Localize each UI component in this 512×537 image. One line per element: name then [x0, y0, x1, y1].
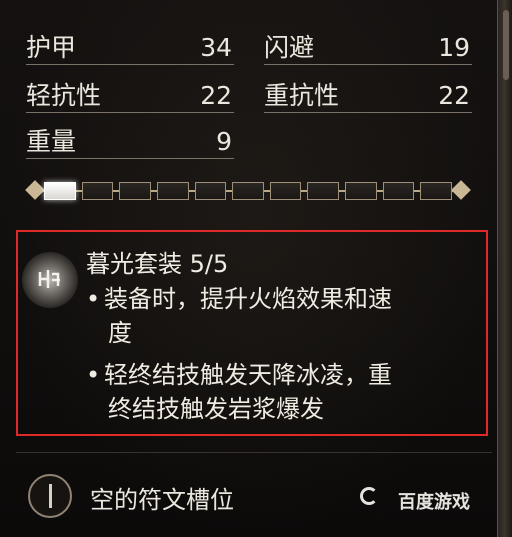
watermark: 百度游戏: [398, 492, 470, 513]
baidu-logo-icon: [360, 487, 378, 505]
upgrade-level-gauge: [25, 178, 471, 204]
stat-label: 护甲: [26, 33, 77, 62]
gauge-slot: [44, 182, 76, 200]
stat-label: 重抗性: [264, 81, 340, 110]
scrollbar[interactable]: [497, 0, 512, 537]
gauge-slot: [156, 182, 189, 200]
gauge-slots: [44, 182, 453, 200]
gauge-slot: [269, 182, 302, 200]
effect-line: 轻终结技触发天降冰凌，重: [104, 361, 392, 389]
stat-value: 22: [438, 81, 470, 110]
bullet-dot: •: [86, 361, 101, 389]
rune-slot-bar: [49, 484, 52, 508]
gauge-slot: [81, 182, 114, 200]
effect-line: 度: [108, 319, 132, 347]
stat-light-resistance: 轻抗性 22: [26, 80, 234, 113]
gauge-slot: [194, 182, 227, 200]
stat-value: 34: [200, 33, 232, 62]
rune-slot-icon: [28, 474, 72, 518]
gauge-left-cap-icon: [25, 180, 45, 200]
scrollbar-thumb[interactable]: [503, 10, 509, 80]
stat-heavy-resistance: 重抗性 22: [264, 80, 472, 113]
stat-label: 重量: [26, 127, 77, 156]
stat-weight: 重量 9: [26, 126, 234, 159]
gauge-slot: [420, 182, 453, 200]
stat-label: 轻抗性: [26, 81, 102, 110]
rune-slot[interactable]: 空的符文槽位 百度游戏: [16, 468, 496, 530]
bullet-dot: •: [86, 285, 101, 313]
gauge-slot: [232, 182, 264, 200]
stat-value: 19: [438, 33, 470, 62]
stat-dodge: 闪避 19: [264, 32, 472, 65]
gauge-slot: [307, 182, 340, 200]
divider: [16, 452, 492, 453]
set-bonus-effect: • 轻终结技触发天降冰凌，重 终结技触发岩浆爆发: [86, 358, 481, 426]
gauge-right-cap-icon: [451, 180, 471, 200]
stat-value: 22: [200, 81, 232, 110]
gauge-slot: [119, 182, 151, 200]
rune-slot-label: 空的符文槽位: [90, 486, 234, 514]
stat-label: 闪避: [264, 33, 315, 62]
rune-glyph-icon: [22, 252, 78, 308]
effect-line: 装备时，提升火焰效果和速: [104, 285, 392, 313]
stat-armor: 护甲 34: [26, 32, 234, 65]
gauge-slot: [345, 182, 377, 200]
effect-line: 终结技触发岩浆爆发: [108, 395, 324, 423]
stat-value: 9: [216, 127, 232, 156]
set-bonus-effect: • 装备时，提升火焰效果和速 度: [86, 282, 481, 350]
gauge-slot: [382, 182, 415, 200]
set-bonus-title: 暮光套装 5/5: [86, 250, 229, 278]
